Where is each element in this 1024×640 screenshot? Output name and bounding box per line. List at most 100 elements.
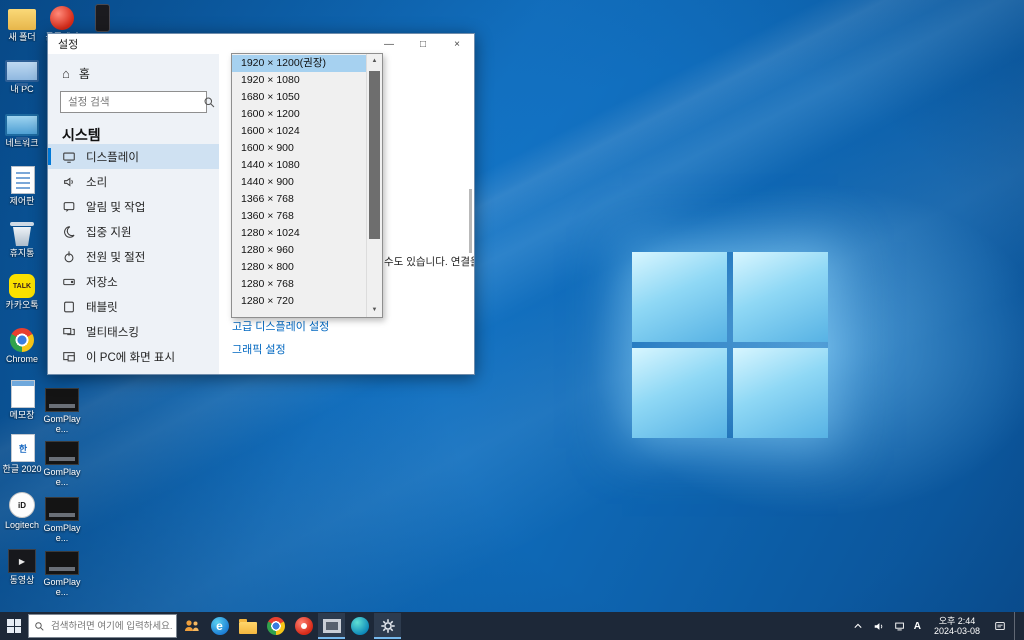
resolution-option[interactable]: 1280 × 768 [232, 276, 367, 293]
computer-icon [5, 60, 39, 82]
desktop-icon-label: 동영상 [2, 575, 42, 585]
resolution-option[interactable]: 1366 × 768 [232, 191, 367, 208]
desktop-icon-media-file[interactable]: GomPlaye... [42, 385, 82, 434]
resolution-option[interactable]: 1920 × 1200(권장) [232, 55, 367, 72]
desktop-icon-computer[interactable]: 내 PC [2, 58, 42, 94]
resolution-option[interactable]: 1600 × 1200 [232, 106, 367, 123]
desktop-icon-label: 한글 2020 [2, 464, 42, 474]
desktop-icon-kakaotalk[interactable]: 카카오톡 [2, 272, 42, 310]
action-center-icon[interactable] [993, 620, 1007, 632]
sidebar-item-project-to-pc[interactable]: 이 PC에 화면 표시 [48, 344, 219, 369]
desktop-icon-notepad[interactable]: 메모장 [2, 380, 42, 420]
resolution-option[interactable]: 1920 × 1080 [232, 72, 367, 89]
scroll-down-icon[interactable]: ▼ [367, 303, 382, 317]
tablet-icon [62, 300, 76, 314]
resolution-option[interactable]: 1440 × 900 [232, 174, 367, 191]
sidebar-item-power[interactable]: 전원 및 절전 [48, 244, 219, 269]
taskbar-gomplayer-button[interactable] [290, 613, 317, 639]
resolution-option[interactable]: 1680 × 1050 [232, 89, 367, 106]
search-icon [203, 96, 216, 109]
resolution-option[interactable]: 1280 × 960 [232, 242, 367, 259]
title-bar[interactable]: 설정 — □ × [48, 34, 474, 54]
sidebar-item-storage[interactable]: 저장소 [48, 269, 219, 294]
system-tray: A 오후 2:44 2024-03-08 [851, 612, 1020, 640]
desktop-icon-label: GomPlaye... [42, 467, 82, 487]
desktop-icon-chrome[interactable]: Chrome [2, 326, 42, 364]
desktop-icon-logitech[interactable]: Logitech [2, 490, 42, 530]
desktop-icon-media-file[interactable]: GomPlaye... [42, 438, 82, 487]
desktop-icon-label: 메모장 [2, 410, 42, 420]
project-icon [62, 350, 76, 364]
scroll-up-icon[interactable]: ▲ [367, 54, 382, 68]
resolution-option[interactable]: 1280 × 720 [232, 293, 367, 310]
sidebar-item-sound[interactable]: 소리 [48, 169, 219, 194]
taskbar-search-box[interactable] [28, 614, 177, 638]
capture-app-icon [323, 619, 341, 633]
windows-logo-pane [733, 348, 828, 438]
desktop-icon-control-panel[interactable]: 제어판 [2, 166, 42, 206]
settings-window: 설정 — □ × ⌂ 홈 시스템 [47, 33, 475, 375]
sidebar-item-tablet[interactable]: 태블릿 [48, 294, 219, 319]
resolution-option[interactable]: 1280 × 800 [232, 259, 367, 276]
sidebar-item-multitasking[interactable]: 멀티태스킹 [48, 319, 219, 344]
sidebar-item-focus-assist[interactable]: 집중 지원 [48, 219, 219, 244]
resolution-option[interactable]: 1360 × 768 [232, 208, 367, 225]
desktop-icon-recycle-bin[interactable]: 휴지통 [2, 220, 42, 258]
desktop-icon-hwp[interactable]: 한글 2020 [2, 434, 42, 474]
video-icon [8, 549, 36, 573]
chevron-up-icon[interactable] [851, 622, 865, 630]
desktop-icon-media-file[interactable]: GomPlaye... [42, 494, 82, 543]
kakaotalk-icon [9, 274, 35, 298]
resolution-option[interactable]: 1440 × 1080 [232, 157, 367, 174]
sidebar-item-notifications[interactable]: 알림 및 작업 [48, 194, 219, 219]
desktop-icon-label: Logitech [2, 520, 42, 530]
media-file-icon [45, 551, 79, 575]
taskbar-clock[interactable]: 오후 2:44 2024-03-08 [934, 616, 980, 636]
speaker-icon[interactable] [872, 621, 886, 632]
gomplayer-icon [295, 617, 313, 635]
dropdown-scrollbar-thumb[interactable] [369, 71, 380, 239]
phone-icon [95, 4, 110, 32]
taskbar-settings-button[interactable] [374, 613, 401, 639]
dropdown-scrollbar[interactable]: ▲ ▼ [366, 54, 382, 317]
desktop-icon-network[interactable]: 네트워크 [2, 112, 42, 148]
network-icon[interactable] [893, 621, 907, 632]
taskbar-whale-button[interactable] [346, 613, 373, 639]
resolution-option[interactable]: 1280 × 1024 [232, 225, 367, 242]
desktop-icon-media-file[interactable]: GomPlaye... [42, 548, 82, 597]
settings-search-box[interactable] [60, 91, 207, 113]
sidebar-item-label: 저장소 [86, 274, 118, 290]
sidebar-item-home[interactable]: ⌂ 홈 [48, 54, 219, 84]
minimize-button[interactable]: — [372, 34, 406, 54]
ime-indicator[interactable]: A [914, 621, 921, 632]
show-desktop-button[interactable] [1014, 612, 1020, 640]
taskbar-chrome-button[interactable] [262, 613, 289, 639]
window-scrollbar-thumb[interactable] [469, 189, 472, 253]
desktop-icon-label: GomPlaye... [42, 523, 82, 543]
sidebar-item-label: 디스플레이 [86, 149, 139, 165]
media-file-icon [45, 497, 79, 521]
settings-search-input[interactable] [61, 96, 203, 108]
resolution-option[interactable]: 1600 × 900 [232, 140, 367, 157]
taskbar-edge-button[interactable] [206, 613, 233, 639]
taskbar-people-button[interactable] [178, 613, 205, 639]
windows-logo-pane [632, 348, 727, 438]
focus-assist-icon [62, 225, 76, 239]
sidebar-item-display[interactable]: 디스플레이 [48, 144, 219, 169]
graphics-settings-link[interactable]: 그래픽 설정 [232, 341, 286, 357]
advanced-display-settings-link[interactable]: 고급 디스플레이 설정 [232, 318, 329, 334]
taskbar-capture-app-button[interactable] [318, 613, 345, 639]
taskbar-search-input[interactable] [49, 620, 176, 633]
desktop-icon-label: 휴지통 [2, 248, 42, 258]
sidebar-item-label: 태블릿 [86, 299, 118, 315]
start-button[interactable] [0, 612, 28, 640]
resolution-option[interactable]: 1600 × 1024 [232, 123, 367, 140]
sidebar-item-label: 멀티태스킹 [86, 324, 139, 340]
maximize-button[interactable]: □ [406, 34, 440, 54]
taskbar-file-explorer-button[interactable] [234, 613, 261, 639]
control-panel-icon [11, 166, 35, 194]
close-button[interactable]: × [440, 34, 474, 54]
desktop-icon-video[interactable]: 동영상 [2, 546, 42, 585]
chrome-icon [10, 328, 34, 352]
desktop-icon-folder[interactable]: 새 폴더 [2, 4, 42, 42]
